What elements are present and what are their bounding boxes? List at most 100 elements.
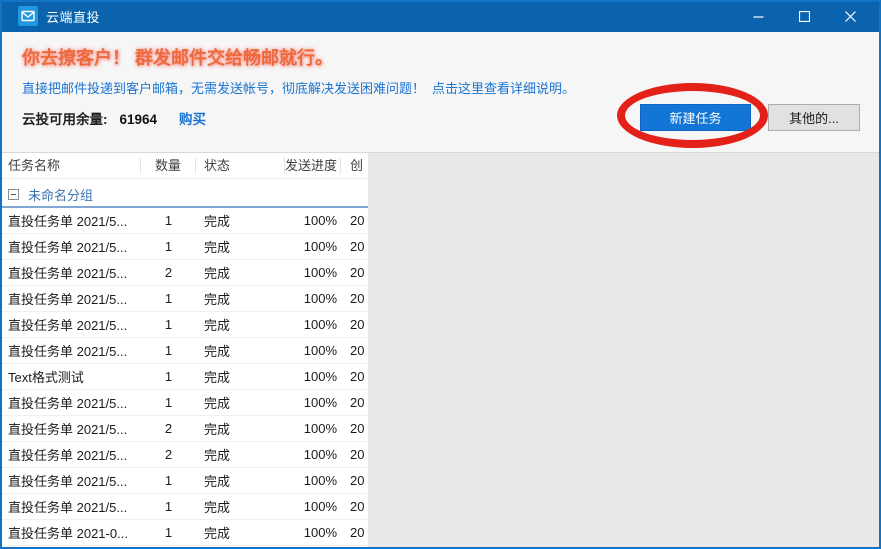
buy-link[interactable]: 购买 [179, 108, 206, 128]
task-name-cell: 直投任务单 2021/5... [8, 214, 128, 229]
task-qty-cell: 1 [164, 239, 173, 254]
column-header-progress[interactable]: 发送进度 [285, 157, 341, 174]
detail-panel-empty [368, 153, 879, 547]
table-row[interactable]: 直投任务单 2021-0... 1 完成 100% 20 [2, 520, 368, 546]
task-name-cell: 直投任务单 2021/5... [8, 318, 128, 333]
task-status-cell: 完成 [204, 240, 231, 255]
table-row[interactable]: 直投任务单 2021/5... 1 完成 100% 20 [2, 208, 368, 234]
task-table: 任务名称 数量 状态 发送进度 创 未命名分组 直投任务单 2021/5... … [2, 153, 368, 547]
task-status-cell: 完成 [204, 474, 231, 489]
task-progress-cell: 100% [303, 343, 337, 358]
task-qty-cell: 1 [164, 473, 173, 488]
task-progress-cell: 100% [303, 525, 337, 540]
task-qty-cell: 1 [164, 499, 173, 514]
group-label: 未命名分组 [28, 187, 94, 203]
task-status-cell: 完成 [204, 344, 231, 359]
task-status-cell: 完成 [204, 448, 231, 463]
task-progress-cell: 100% [303, 447, 337, 462]
task-created-cell: 20 [350, 447, 365, 462]
task-qty-cell: 2 [164, 421, 173, 436]
task-name-cell: 直投任务单 2021/5... [8, 448, 128, 463]
table-row[interactable]: 直投任务单 2021/5... 1 完成 100% 20 [2, 286, 368, 312]
table-row[interactable]: Text格式测试 1 完成 100% 20 [2, 364, 368, 390]
task-status-cell: 完成 [204, 292, 231, 307]
task-name-cell: Text格式测试 [8, 370, 84, 385]
collapse-icon[interactable] [8, 188, 19, 200]
task-name-cell: 直投任务单 2021/5... [8, 422, 128, 437]
table-row[interactable]: 直投任务单 2021/5... 1 完成 100% 20 [2, 468, 368, 494]
task-created-cell: 20 [350, 317, 365, 332]
task-qty-cell: 2 [164, 447, 173, 462]
task-created-cell: 20 [350, 421, 365, 436]
task-qty-cell: 1 [164, 291, 173, 306]
task-created-cell: 20 [350, 473, 365, 488]
task-created-cell: 20 [350, 265, 365, 280]
task-progress-cell: 100% [303, 421, 337, 436]
task-progress-cell: 100% [303, 395, 337, 410]
envelope-icon [18, 6, 38, 26]
task-created-cell: 20 [350, 239, 365, 254]
task-created-cell: 20 [350, 499, 365, 514]
task-name-cell: 直投任务单 2021/5... [8, 344, 128, 359]
task-status-cell: 完成 [204, 318, 231, 333]
table-row[interactable]: 直投任务单 2021/5... 1 完成 100% 20 [2, 390, 368, 416]
app-window: 云端直投 你去撩客户！ 群发邮件交给畅邮就行。 直接把邮件投递到客户邮箱，无需发… [0, 0, 881, 549]
task-qty-cell: 1 [164, 369, 173, 384]
task-progress-cell: 100% [303, 499, 337, 514]
task-qty-cell: 1 [164, 525, 173, 540]
minimize-button[interactable] [735, 0, 781, 32]
table-row[interactable]: 直投任务单 2021/5... 1 完成 100% 20 [2, 312, 368, 338]
table-row[interactable]: 直投任务单 2021/5... 1 完成 100% 20 [2, 338, 368, 364]
table-row[interactable]: 直投任务单 2021/5... 1 完成 100% 20 [2, 494, 368, 520]
task-created-cell: 20 [350, 395, 365, 410]
balance-line: 云投可用余量: 61964 购买 [22, 108, 206, 128]
task-name-cell: 直投任务单 2021/5... [8, 474, 128, 489]
task-status-cell: 完成 [204, 266, 231, 281]
window-controls [735, 0, 873, 32]
column-header-name[interactable]: 任务名称 [2, 157, 141, 174]
task-created-cell: 20 [350, 291, 365, 306]
task-qty-cell: 1 [164, 213, 173, 228]
task-progress-cell: 100% [303, 369, 337, 384]
promo-subline: 直接把邮件投递到客户邮箱，无需发送帐号，彻底解决发送困难问题！ 点击这里查看详细说… [22, 78, 575, 97]
group-row[interactable]: 未命名分组 [2, 182, 368, 208]
task-progress-cell: 100% [303, 213, 337, 228]
task-created-cell: 20 [350, 525, 365, 540]
balance-label: 云投可用余量: [22, 112, 108, 127]
task-progress-cell: 100% [303, 291, 337, 306]
task-progress-cell: 100% [303, 473, 337, 488]
task-qty-cell: 2 [164, 265, 173, 280]
task-name-cell: 直投任务单 2021/5... [8, 266, 128, 281]
other-button[interactable]: 其他的... [768, 104, 860, 131]
column-header-status[interactable]: 状态 [196, 157, 285, 174]
task-name-cell: 直投任务单 2021-0... [8, 526, 128, 541]
task-progress-cell: 100% [303, 265, 337, 280]
task-status-cell: 完成 [204, 500, 231, 515]
close-button[interactable] [827, 0, 873, 32]
details-link[interactable]: 点击这里查看详细说明。 [432, 81, 575, 96]
titlebar: 云端直投 [0, 0, 881, 32]
task-name-cell: 直投任务单 2021/5... [8, 396, 128, 411]
promo-headline: 你去撩客户！ 群发邮件交给畅邮就行。 [22, 48, 333, 68]
task-status-cell: 完成 [204, 422, 231, 437]
task-qty-cell: 1 [164, 343, 173, 358]
table-header: 任务名称 数量 状态 发送进度 创 [2, 153, 368, 179]
table-row[interactable]: 直投任务单 2021/5... 2 完成 100% 20 [2, 260, 368, 286]
task-qty-cell: 1 [164, 395, 173, 410]
table-row[interactable]: 直投任务单 2021/5... 1 完成 100% 20 [2, 234, 368, 260]
column-header-qty[interactable]: 数量 [141, 157, 196, 174]
task-status-cell: 完成 [204, 396, 231, 411]
table-row[interactable]: 直投任务单 2021/5... 2 完成 100% 20 [2, 442, 368, 468]
table-row[interactable]: 直投任务单 2021/5... 2 完成 100% 20 [2, 416, 368, 442]
maximize-button[interactable] [781, 0, 827, 32]
balance-value: 61964 [119, 112, 158, 127]
task-rows: 直投任务单 2021/5... 1 完成 100% 20 直投任务单 2021/… [2, 208, 368, 546]
task-name-cell: 直投任务单 2021/5... [8, 292, 128, 307]
task-name-cell: 直投任务单 2021/5... [8, 240, 128, 255]
new-task-button[interactable]: 新建任务 [640, 104, 751, 131]
task-name-cell: 直投任务单 2021/5... [8, 500, 128, 515]
task-status-cell: 完成 [204, 214, 231, 229]
column-header-created[interactable]: 创 [341, 157, 368, 174]
task-progress-cell: 100% [303, 239, 337, 254]
task-created-cell: 20 [350, 343, 365, 358]
